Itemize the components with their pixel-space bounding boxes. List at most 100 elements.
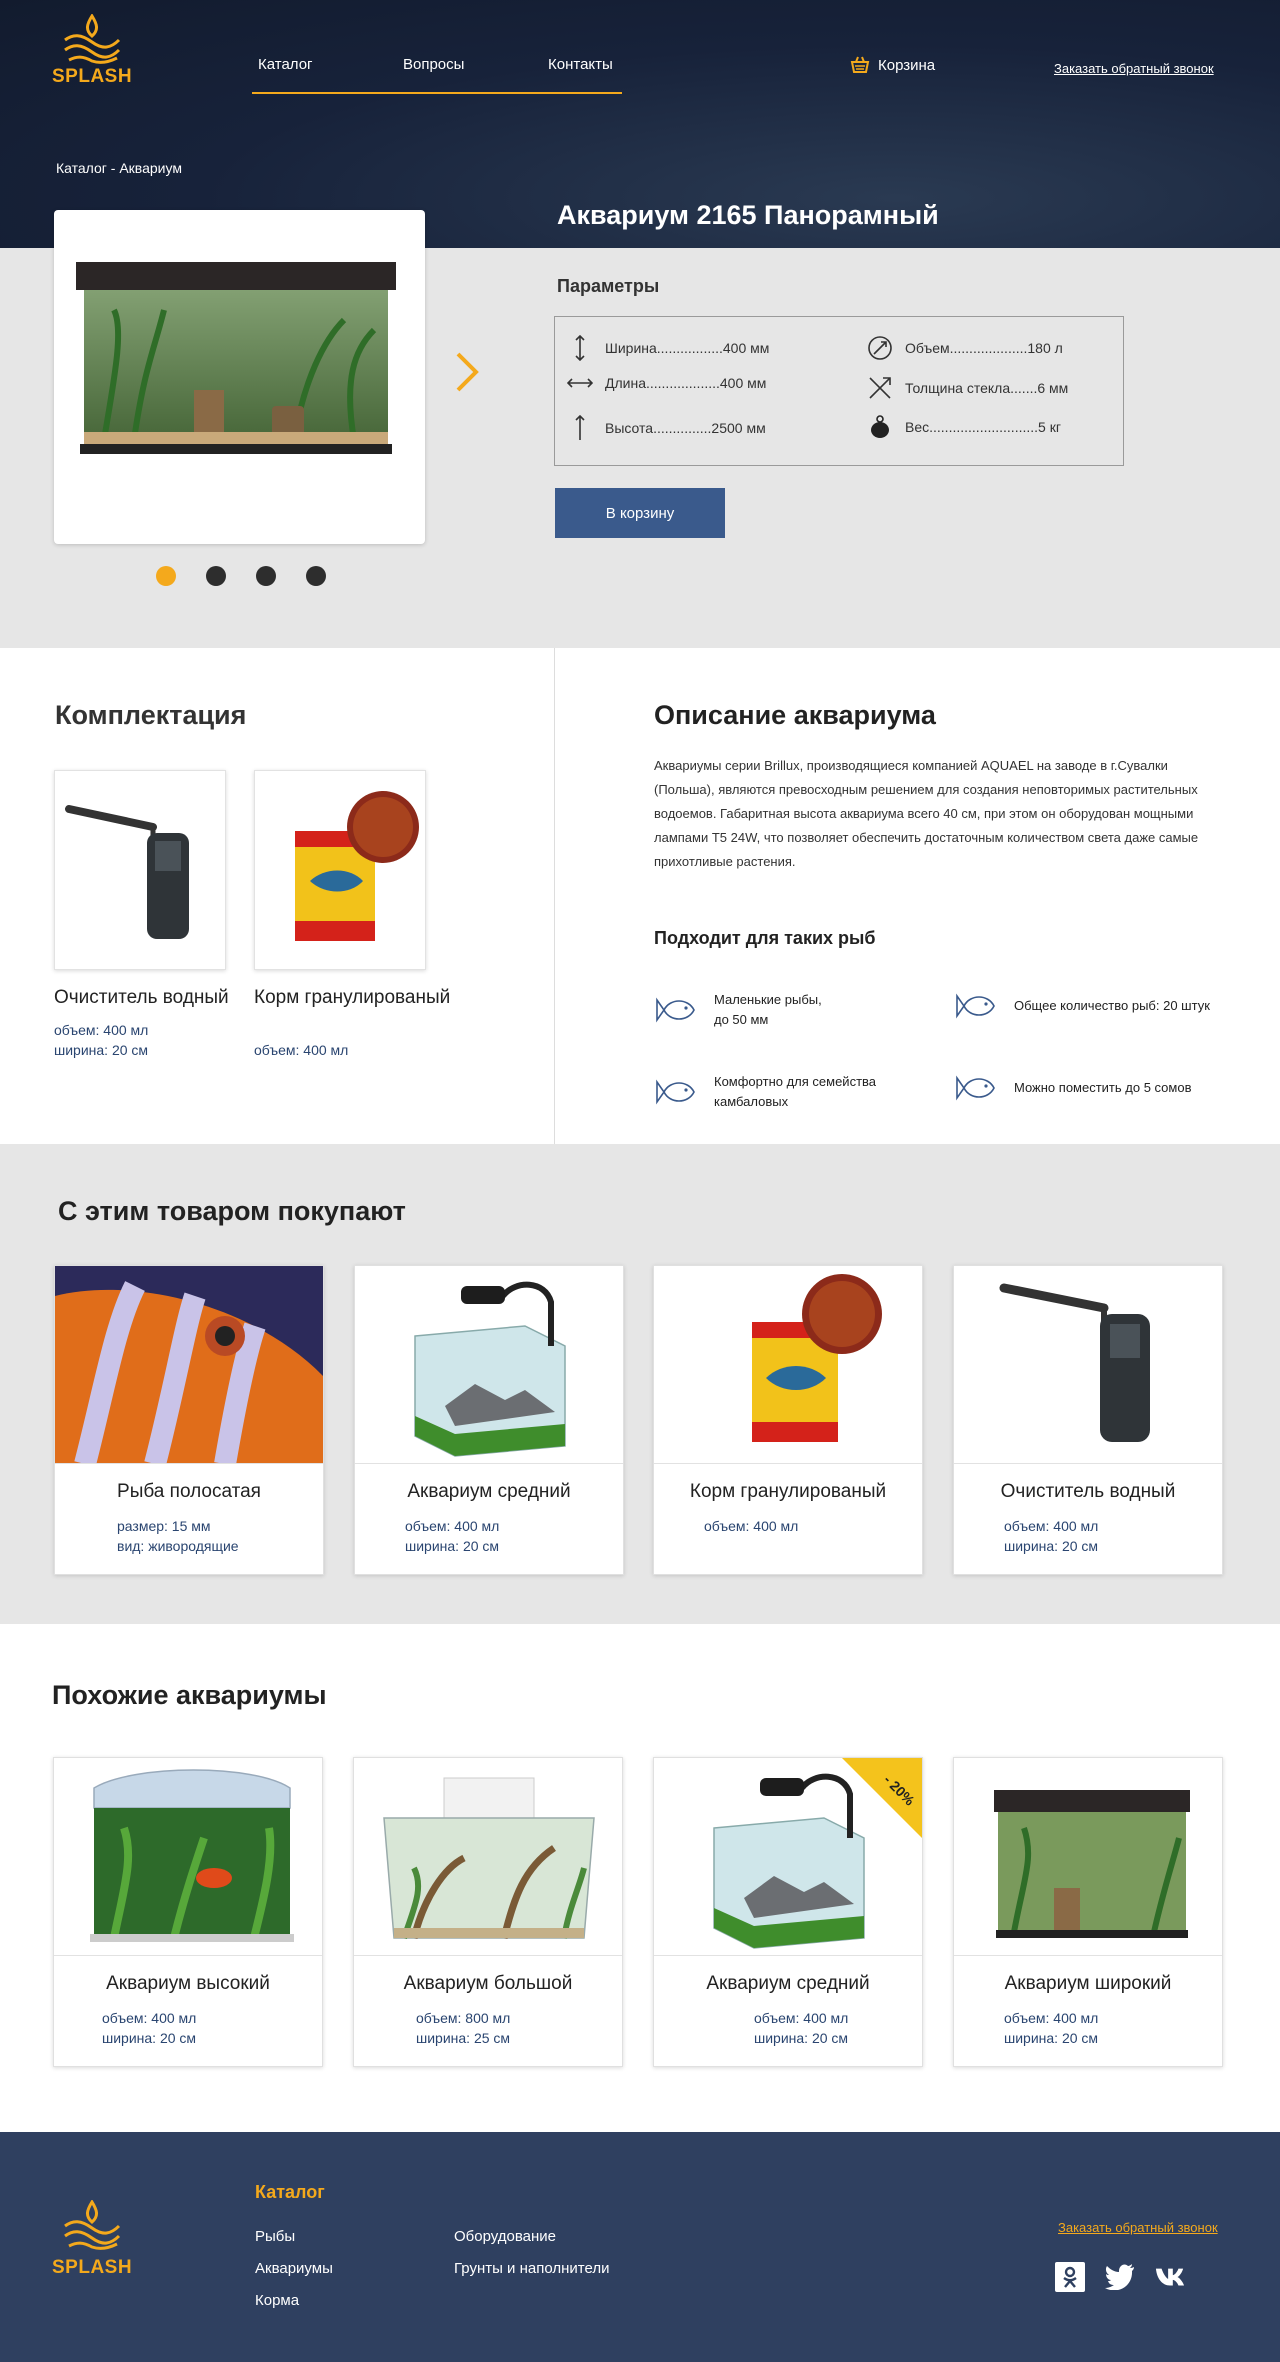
fish-icon bbox=[656, 1079, 695, 1105]
product-card-spec: объем: 800 мл bbox=[416, 2010, 511, 2026]
product-image bbox=[55, 1266, 323, 1464]
footer-link-equipment[interactable]: Оборудование bbox=[454, 2228, 556, 2245]
nav-item-contacts[interactable]: Контакты bbox=[548, 56, 613, 73]
footer-link-aquariums[interactable]: Аквариумы bbox=[255, 2260, 333, 2277]
slider-next-button[interactable] bbox=[454, 350, 480, 399]
callback-link-top[interactable]: Заказать обратный звонок bbox=[1054, 61, 1214, 76]
footer-logo[interactable]: SPLASH bbox=[52, 2199, 133, 2279]
param-glass: Толщина стекла.......6 мм bbox=[865, 375, 1068, 401]
volume-icon bbox=[865, 335, 895, 361]
kit-item-name[interactable]: Очиститель водный bbox=[54, 986, 229, 1010]
nav-item-questions[interactable]: Вопросы bbox=[403, 56, 464, 73]
product-card-specs: объем: 400 мл bbox=[704, 1516, 798, 1536]
product-card-spec: объем: 400 мл bbox=[102, 2010, 197, 2026]
product-card[interactable]: - 20% Аквариум средний объем: 400 мл шир… bbox=[653, 1757, 923, 2067]
fish-feature: Можно поместить до 5 сомов bbox=[954, 1072, 1234, 1104]
cart-link[interactable]: Корзина bbox=[850, 56, 935, 74]
product-card-name[interactable]: Аквариум средний bbox=[355, 1481, 623, 1503]
product-card-name[interactable]: Аквариум высокий bbox=[54, 1973, 322, 1995]
product-card[interactable]: Рыба полосатая размер: 15 мм вид: живоро… bbox=[54, 1265, 324, 1575]
param-height: Высота...............2500 мм bbox=[565, 415, 766, 441]
param-volume: Объем....................180 л bbox=[865, 335, 1063, 361]
footer: SPLASH Каталог Рыбы Аквариумы Корма Обор… bbox=[0, 2132, 1280, 2362]
product-card-spec: ширина: 20 см bbox=[1004, 1538, 1099, 1554]
vk-icon[interactable] bbox=[1155, 2262, 1185, 2292]
basket-icon bbox=[850, 56, 870, 73]
fish-food-image bbox=[295, 791, 419, 941]
product-card-specs: размер: 15 мм вид: живородящие bbox=[117, 1516, 239, 1556]
footer-link-food[interactable]: Корма bbox=[255, 2292, 299, 2309]
product-card[interactable]: Очиститель водный объем: 400 мл ширина: … bbox=[953, 1265, 1223, 1575]
product-image bbox=[54, 1758, 322, 1956]
fish-suitability-title: Подходит для таких рыб bbox=[654, 928, 876, 948]
twitter-icon[interactable] bbox=[1105, 2262, 1135, 2292]
product-card[interactable]: Аквариум высокий объем: 400 мл ширина: 2… bbox=[53, 1757, 323, 2067]
kit-item-spec: объем: 400 мл bbox=[54, 1022, 149, 1038]
kit-item-card[interactable] bbox=[54, 770, 226, 970]
params-box: Ширина.................400 мм Объем.....… bbox=[554, 316, 1124, 466]
product-card[interactable]: Аквариум большой объем: 800 мл ширина: 2… bbox=[353, 1757, 623, 2067]
product-image bbox=[355, 1266, 623, 1464]
product-title: Аквариум 2165 Панорамный bbox=[557, 200, 939, 230]
big-aquarium-image bbox=[383, 1777, 595, 1939]
callback-link-footer[interactable]: Заказать обратный звонок bbox=[1058, 2220, 1218, 2235]
weight-icon bbox=[865, 415, 895, 439]
fish-feature-text: Комфортно для семейства камбаловых bbox=[714, 1074, 877, 1109]
product-card-spec: объем: 400 мл bbox=[1004, 1518, 1099, 1534]
product-card-specs: объем: 800 мл ширина: 25 см bbox=[416, 2008, 510, 2048]
slider-dots bbox=[156, 566, 326, 586]
product-card-name[interactable]: Рыба полосатая bbox=[55, 1481, 323, 1503]
fish-feature: Маленькие рыбы, до 50 мм bbox=[654, 990, 894, 1030]
product-card[interactable]: Корм гранулированый объем: 400 мл bbox=[653, 1265, 923, 1575]
discount-badge: - 20% bbox=[842, 1758, 922, 1838]
footer-link-substrates[interactable]: Грунты и наполнители bbox=[454, 2260, 609, 2277]
product-card-spec: ширина: 20 см bbox=[1004, 2030, 1099, 2046]
logo[interactable]: SPLASH bbox=[52, 14, 132, 100]
product-card-name[interactable]: Аквариум средний bbox=[654, 1973, 922, 1995]
product-card-spec: ширина: 25 см bbox=[416, 2030, 511, 2046]
product-card-spec: ширина: 20 см bbox=[102, 2030, 197, 2046]
height-arrow-icon bbox=[565, 415, 595, 441]
breadcrumb[interactable]: Каталог - Аквариум bbox=[56, 160, 182, 176]
kit-item-name[interactable]: Корм гранулированый bbox=[254, 986, 454, 1010]
kit-title: Комплектация bbox=[55, 700, 247, 730]
cart-label: Корзина bbox=[878, 56, 936, 74]
param-width: Ширина.................400 мм bbox=[565, 335, 769, 361]
fish-feature: Комфортно для семейства камбаловых bbox=[654, 1072, 894, 1112]
product-card-name[interactable]: Очиститель водный bbox=[954, 1481, 1222, 1503]
chevron-right-icon bbox=[456, 352, 479, 392]
tall-aquarium-image bbox=[90, 1769, 294, 1942]
product-card-specs: объем: 400 мл ширина: 20 см bbox=[102, 2008, 196, 2048]
product-card-name[interactable]: Аквариум широкий bbox=[954, 1973, 1222, 1995]
logo-text: SPLASH bbox=[52, 2257, 133, 2278]
footer-catalog-title[interactable]: Каталог bbox=[255, 2182, 325, 2203]
also-buy-title: С этим товаром покупают bbox=[58, 1196, 406, 1226]
product-card-specs: объем: 400 мл ширина: 20 см bbox=[754, 2008, 848, 2048]
nav-item-catalog[interactable]: Каталог bbox=[258, 56, 313, 73]
params-title: Параметры bbox=[557, 276, 660, 296]
param-text: Объем....................180 л bbox=[905, 340, 1063, 356]
kit-item-card[interactable] bbox=[254, 770, 426, 970]
param-text: Ширина.................400 мм bbox=[605, 340, 770, 356]
product-card[interactable]: Аквариум средний объем: 400 мл ширина: 2… bbox=[354, 1265, 624, 1575]
product-card-name[interactable]: Корм гранулированый bbox=[654, 1481, 922, 1503]
product-card-name[interactable]: Аквариум большой bbox=[354, 1973, 622, 1995]
slider-dot[interactable] bbox=[256, 566, 276, 586]
fish-food-image bbox=[752, 1274, 882, 1442]
slider-dot[interactable] bbox=[306, 566, 326, 586]
product-card[interactable]: Аквариум широкий объем: 400 мл ширина: 2… bbox=[953, 1757, 1223, 2067]
param-weight: Вес............................5 кг bbox=[865, 415, 1061, 439]
product-card-specs: объем: 400 мл ширина: 20 см bbox=[1004, 2008, 1098, 2048]
odnoklassniki-icon[interactable] bbox=[1055, 2262, 1085, 2292]
width-arrows-icon bbox=[565, 377, 595, 389]
discount-badge-text: - 20% bbox=[881, 1771, 919, 1809]
slider-dot[interactable] bbox=[156, 566, 176, 586]
footer-link-fish[interactable]: Рыбы bbox=[255, 2228, 295, 2245]
product-image-card[interactable] bbox=[54, 210, 425, 544]
add-to-cart-button[interactable]: В корзину bbox=[555, 488, 725, 538]
product-card-spec: объем: 400 мл bbox=[1004, 2010, 1099, 2026]
kit-item-spec: ширина: 20 см bbox=[54, 1042, 149, 1058]
product-card-specs: объем: 400 мл ширина: 20 см bbox=[405, 1516, 499, 1556]
slider-dot[interactable] bbox=[206, 566, 226, 586]
main-nav: Каталог Вопросы Контакты bbox=[252, 56, 622, 94]
